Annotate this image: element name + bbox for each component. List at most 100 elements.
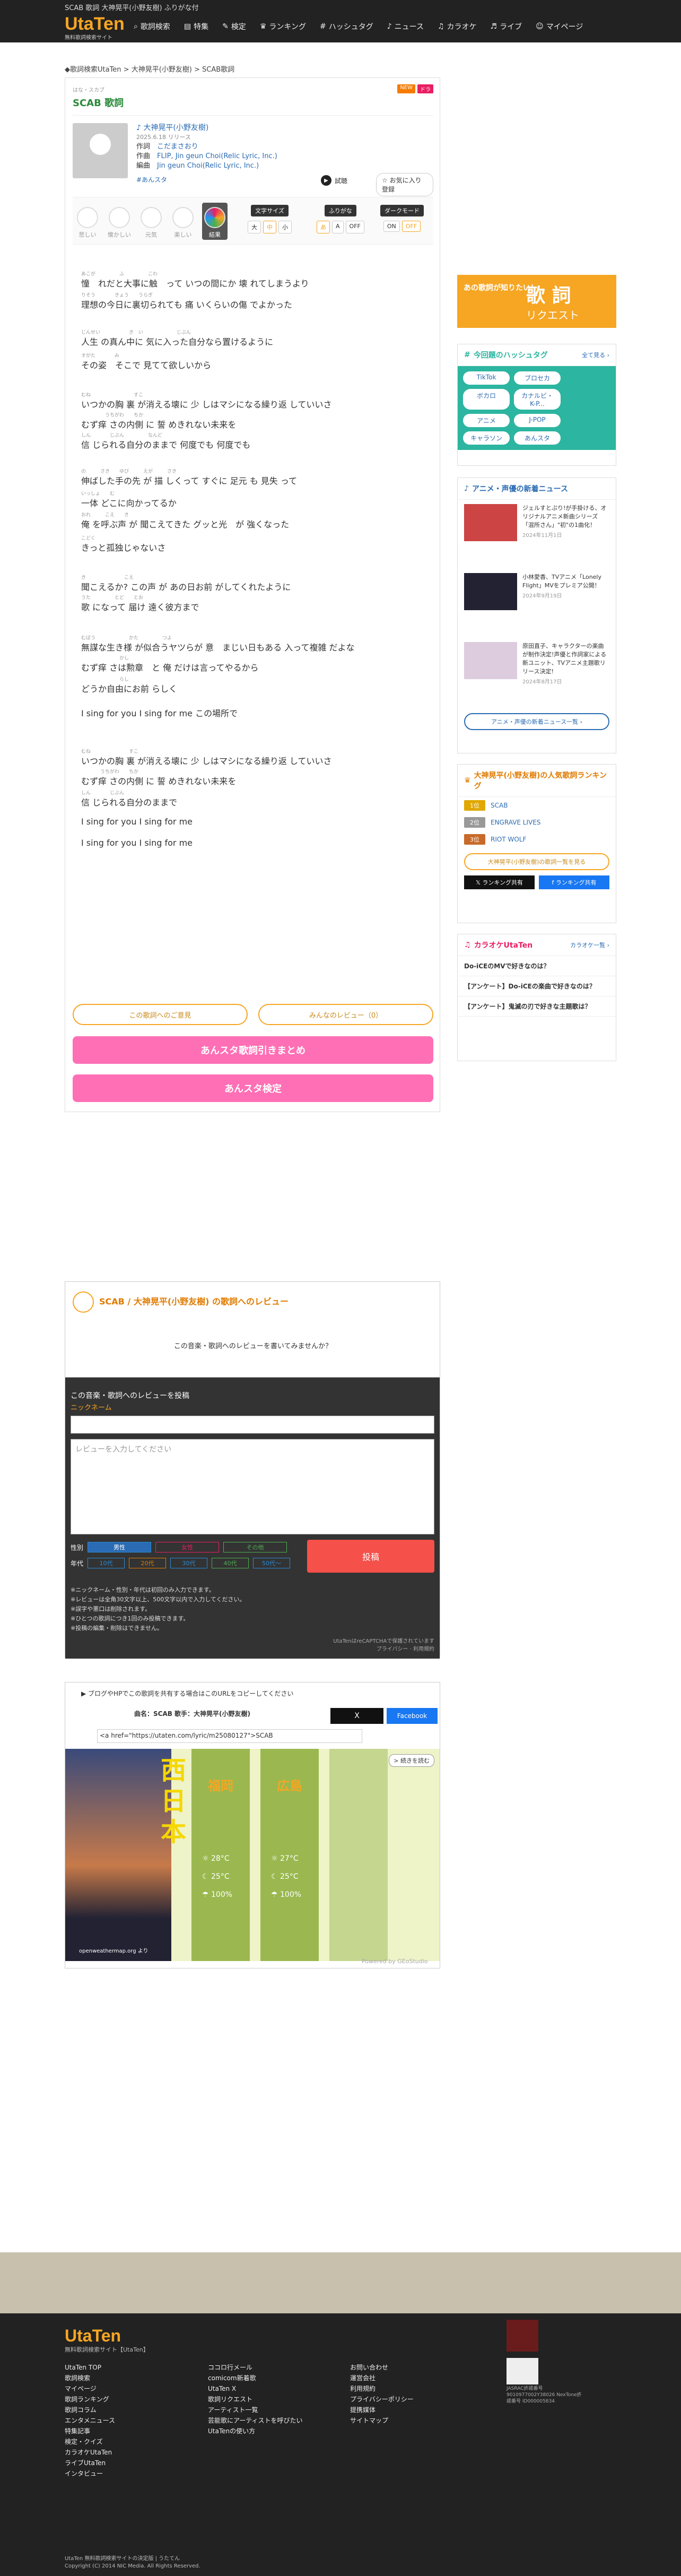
footer-link[interactable]: マイページ (65, 2383, 115, 2394)
footer-link[interactable]: 芸能歌にアーティストを呼びたい (208, 2415, 303, 2426)
post-review-button[interactable]: 投稿 (307, 1540, 434, 1573)
share-facebook-button[interactable]: Facebook (387, 1708, 438, 1724)
ranking-item[interactable]: 3位 RIOT WOLF (458, 831, 616, 848)
nav-news[interactable]: ♪ ニュース (387, 21, 424, 32)
site-logo[interactable]: UtaTen (65, 14, 125, 34)
footer-link[interactable]: UtaTen TOP (65, 2362, 115, 2373)
reviews-button[interactable]: みんなのレビュー（0） (258, 1004, 433, 1025)
furigana-off-option[interactable]: OFF (345, 221, 364, 233)
read-more-button[interactable]: > 続きを読む (389, 1754, 434, 1767)
nickname-input[interactable] (71, 1416, 434, 1434)
ranking-item[interactable]: 2位 ENGRAVE LIVES (458, 814, 616, 831)
karaoke-item[interactable]: 【アンケート】鬼滅の刃で好きな主題歌は？ (458, 996, 616, 1017)
age-20s[interactable]: 20代 (129, 1558, 167, 1568)
nav-quiz[interactable]: ✎ 検定 (222, 21, 246, 32)
footer-link[interactable]: UtaTenの使い方 (208, 2426, 303, 2436)
mood-result[interactable]: 結果 (202, 203, 228, 240)
nav-live[interactable]: ♬ ライブ (491, 21, 522, 32)
nav-karaoke[interactable]: ♫ カラオケ (438, 21, 477, 32)
hashtag-chip[interactable]: キャラソン (463, 431, 510, 445)
review-textarea[interactable]: レビューを入力してください (71, 1439, 434, 1534)
song-hashtag[interactable]: #あんスタ (136, 175, 167, 184)
footer-link[interactable]: 提携媒体 (350, 2405, 414, 2415)
footer-link[interactable]: アーティスト一覧 (208, 2405, 303, 2415)
rank-more-button[interactable]: 大神晃平(小野友樹)の歌詞一覧を見る (464, 853, 609, 870)
hashtag-chip[interactable]: あんスタ (514, 431, 561, 445)
embed-code-field[interactable]: <a href="https://utaten.com/lyric/m25080… (97, 1729, 362, 1743)
age-40s[interactable]: 40代 (212, 1558, 249, 1568)
lyrics-request-banner[interactable]: あの歌詞が知りたい！ 歌 詞 リクエスト (457, 275, 616, 328)
dark-on-option[interactable]: ON (383, 221, 400, 232)
footer-link[interactable]: 歌詞検索 (65, 2373, 115, 2383)
summary-button[interactable]: あんスタ歌詞引きまとめ (73, 1036, 433, 1064)
karaoke-item[interactable]: Do-iCEのMVで好きなのは？ (458, 956, 616, 976)
hashtag-more-link[interactable]: 全て見る › (582, 351, 609, 359)
nav-hashtag[interactable]: # ハッシュタグ (320, 21, 373, 32)
weather-ad[interactable]: openweathermap.org より 西日本 福岡 ☼ 28°C ☾ 25°… (65, 1749, 440, 1961)
hashtag-chip[interactable]: TikTok (463, 371, 510, 385)
footer-link[interactable]: 特集記事 (65, 2426, 115, 2436)
dark-off-option[interactable]: OFF (401, 221, 421, 232)
gender-male[interactable]: 男性 (88, 1542, 152, 1552)
nav-ranking[interactable]: ♛ ランキング (260, 21, 306, 32)
mood-fun[interactable]: 楽しい (170, 203, 196, 239)
nav-mypage[interactable]: ☺ マイページ (536, 21, 583, 32)
footer-link[interactable]: 歌詞リクエスト (208, 2394, 303, 2405)
font-large-option[interactable]: 大 (248, 221, 261, 233)
footer-link[interactable]: インタビュー (65, 2468, 115, 2479)
quiz-button[interactable]: あんスタ検定 (73, 1074, 433, 1102)
footer-link[interactable]: comicom新着歌 (208, 2373, 303, 2383)
arranger-link[interactable]: Jin geun Choi(Relic Lyric, Inc.) (157, 162, 259, 170)
news-more-button[interactable]: アニメ・声優の新着ニュース一覧 › (464, 713, 609, 730)
footer-link[interactable]: 歌詞ランキング (65, 2394, 115, 2405)
opinion-button[interactable]: この歌詞へのご意見 (73, 1004, 248, 1025)
footer-link[interactable]: 歌詞コラム (65, 2405, 115, 2415)
news-item[interactable]: ジェルすとぷり!が手掛ける、オリジナルアニメ新曲シリーズ「混所さん」"初"の1曲… (458, 500, 616, 569)
mood-sad[interactable]: 悲しい (75, 203, 100, 239)
hashtag-chip[interactable]: ボカロ (463, 389, 510, 410)
rank-share-fb-button[interactable]: f ランキング共有 (539, 875, 609, 889)
composer-link[interactable]: FLIP, Jin geun Choi(Relic Lyric, Inc.) (157, 152, 277, 160)
ranking-item[interactable]: 1位 SCAB (458, 797, 616, 814)
footer-link[interactable]: 検定・クイズ (65, 2436, 115, 2447)
age-10s[interactable]: 10代 (88, 1558, 125, 1568)
furigana-kana-option[interactable]: あ (317, 221, 330, 233)
mood-nostalgic[interactable]: 懐かしい (107, 203, 132, 239)
footer-link[interactable]: 運営会社 (350, 2373, 414, 2383)
footer-link[interactable]: カラオケUtaTen (65, 2447, 115, 2458)
nav-lyrics-search[interactable]: ⌕ 歌詞検索 (134, 21, 170, 32)
news-item[interactable]: 原田直子、キャラクターの楽曲が制作決定!声優と作詞家による新ユニット、TVアニメ… (458, 638, 616, 707)
gender-other[interactable]: その他 (223, 1542, 287, 1552)
hashtag-chip[interactable]: アニメ (463, 414, 510, 427)
lyricist-link[interactable]: こだまさおり (157, 143, 198, 151)
font-medium-option[interactable]: 中 (263, 221, 276, 233)
gender-female[interactable]: 女性 (155, 1542, 220, 1552)
karaoke-more-link[interactable]: カラオケ一覧 › (570, 941, 609, 949)
favorite-button[interactable]: ☆ お気に入り登録 (376, 173, 433, 196)
footer-link[interactable]: ココロ行メール (208, 2362, 303, 2373)
news-item[interactable]: 小林愛香、TVアニメ「Lonely Flight」MVをプレミア公開！ 2024年… (458, 569, 616, 638)
footer-link[interactable]: UtaTen X (208, 2383, 303, 2394)
artist-link[interactable]: ♪ 大神晃平(小野友樹) (136, 123, 277, 133)
furigana-romaji-option[interactable]: A (332, 221, 344, 233)
footer-link[interactable]: ライブUtaTen (65, 2458, 115, 2468)
age-30s[interactable]: 30代 (170, 1558, 208, 1568)
footer-link[interactable]: サイトマップ (350, 2415, 414, 2426)
hashtag-chip[interactable]: J-POP (514, 414, 561, 427)
karaoke-item[interactable]: 【アンケート】Do-iCEの楽曲で好きなのは？ (458, 976, 616, 996)
font-small-option[interactable]: 小 (278, 221, 292, 233)
footer-logo[interactable]: UtaTen (65, 2326, 121, 2346)
age-50s[interactable]: 50代～ (253, 1558, 291, 1568)
rank-share-x-button[interactable]: 𝕏 ランキング共有 (464, 875, 535, 889)
preview-button[interactable]: ▶ 試聴 (321, 175, 347, 186)
hashtag-chip[interactable]: ブロセカ (514, 371, 561, 385)
hashtag-chip[interactable]: カナルビ・K-P... (514, 389, 561, 410)
footer-link[interactable]: エンタメニュース (65, 2415, 115, 2426)
footer-link[interactable]: プライバシーポリシー (350, 2394, 414, 2405)
footer-link[interactable]: お問い合わせ (350, 2362, 414, 2373)
share-x-button[interactable]: X (330, 1708, 383, 1724)
breadcrumb[interactable]: ◆歌詞検索UtaTen > 大神晃平(小野友樹) > SCAB歌詞 (65, 64, 234, 74)
nav-features[interactable]: ▤ 特集 (184, 21, 208, 32)
recaptcha-links[interactable]: プライバシー · 利用規約 (333, 1644, 434, 1652)
mood-energetic[interactable]: 元気 (138, 203, 164, 239)
